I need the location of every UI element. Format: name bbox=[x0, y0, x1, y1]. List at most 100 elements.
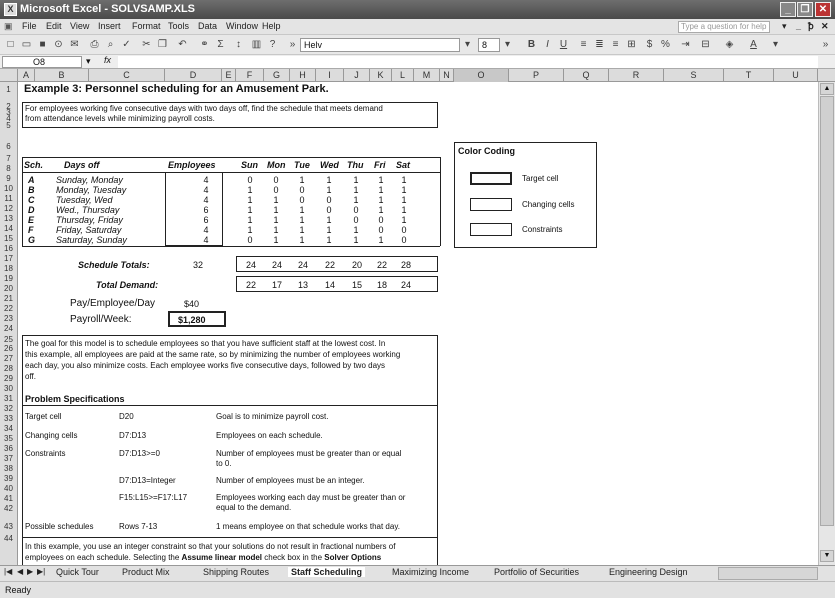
table-cell[interactable]: 24 bbox=[243, 260, 259, 270]
chart-wizard-icon[interactable]: ▥ bbox=[249, 37, 264, 52]
copy-icon[interactable]: ❐ bbox=[155, 37, 170, 52]
column-header[interactable]: P bbox=[509, 69, 564, 82]
sheet-tab-staff-scheduling[interactable]: Staff Scheduling bbox=[288, 567, 366, 577]
column-header[interactable]: H bbox=[290, 69, 316, 82]
first-sheet-icon[interactable]: |◀ bbox=[4, 567, 12, 576]
column-header[interactable]: I bbox=[316, 69, 344, 82]
table-cell[interactable]: 0 bbox=[348, 205, 364, 215]
align-center-icon[interactable]: ≣ bbox=[592, 37, 607, 52]
help-search-input[interactable]: Type a question for help bbox=[678, 21, 770, 33]
row-header[interactable]: 13 bbox=[0, 214, 17, 223]
hyperlink-icon[interactable]: ⚭ bbox=[197, 37, 212, 52]
row-header[interactable]: 44 bbox=[0, 534, 17, 543]
menu-insert[interactable]: Insert bbox=[98, 21, 121, 31]
select-all-button[interactable] bbox=[0, 69, 18, 82]
row-header[interactable]: 28 bbox=[0, 364, 17, 373]
workbook-close-icon[interactable]: ✕ bbox=[821, 21, 829, 32]
currency-icon[interactable]: $ bbox=[642, 37, 657, 52]
row-header[interactable]: 10 bbox=[0, 184, 17, 193]
row-header[interactable]: 39 bbox=[0, 474, 17, 483]
row-header[interactable]: 38 bbox=[0, 464, 17, 473]
row-header[interactable]: 34 bbox=[0, 424, 17, 433]
column-header[interactable]: R bbox=[609, 69, 664, 82]
table-cell[interactable]: A bbox=[28, 175, 35, 185]
table-cell[interactable]: 1 bbox=[396, 185, 412, 195]
row-header[interactable]: 24 bbox=[0, 324, 17, 333]
row-header[interactable]: 31 bbox=[0, 394, 17, 403]
table-cell[interactable]: 0 bbox=[373, 215, 389, 225]
row-header[interactable]: 40 bbox=[0, 484, 17, 493]
column-header[interactable]: B bbox=[35, 69, 89, 82]
font-name-select[interactable]: Helv bbox=[300, 38, 460, 52]
document-icon[interactable]: ▣ bbox=[4, 21, 13, 32]
menu-data[interactable]: Data bbox=[198, 21, 217, 31]
row-header[interactable]: 16 bbox=[0, 244, 17, 253]
table-cell[interactable]: 22 bbox=[322, 260, 338, 270]
column-header[interactable]: J bbox=[344, 69, 370, 82]
table-cell[interactable]: 0 bbox=[294, 185, 310, 195]
row-header[interactable]: 22 bbox=[0, 304, 17, 313]
table-cell[interactable]: 1 bbox=[294, 175, 310, 185]
column-header[interactable]: D bbox=[165, 69, 222, 82]
row-header[interactable]: 30 bbox=[0, 384, 17, 393]
table-cell[interactable]: Friday, Saturday bbox=[56, 225, 121, 235]
help-icon[interactable]: ? bbox=[265, 37, 280, 52]
help-dropdown-icon[interactable]: ▾ bbox=[782, 21, 787, 32]
column-header[interactable]: T bbox=[724, 69, 774, 82]
row-header[interactable]: 7 bbox=[0, 154, 17, 163]
row-header[interactable]: 23 bbox=[0, 314, 17, 323]
table-cell[interactable]: G bbox=[28, 235, 35, 245]
row-header[interactable]: 33 bbox=[0, 414, 17, 423]
row-header[interactable]: 18 bbox=[0, 264, 17, 273]
table-cell[interactable]: 0 bbox=[294, 195, 310, 205]
cut-icon[interactable]: ✂ bbox=[139, 37, 154, 52]
table-cell[interactable]: 24 bbox=[269, 260, 285, 270]
table-cell[interactable]: 1 bbox=[373, 185, 389, 195]
horizontal-scrollbar[interactable] bbox=[718, 567, 818, 580]
column-header[interactable]: G bbox=[264, 69, 290, 82]
borders-icon[interactable]: ⊟ bbox=[698, 37, 713, 52]
save-icon[interactable]: ■ bbox=[35, 37, 50, 52]
sheet-tab-shipping-routes[interactable]: Shipping Routes bbox=[203, 567, 269, 577]
sheet-tab-portfolio[interactable]: Portfolio of Securities bbox=[494, 567, 579, 577]
table-cell[interactable]: 1 bbox=[268, 225, 284, 235]
table-cell[interactable]: 1 bbox=[321, 215, 337, 225]
font-color-icon[interactable]: A bbox=[746, 37, 761, 52]
row-header[interactable]: 9 bbox=[0, 174, 17, 183]
font-name-dropdown-icon[interactable]: ▾ bbox=[460, 37, 475, 52]
table-cell[interactable]: Tuesday, Wed bbox=[56, 195, 113, 205]
table-cell[interactable]: 0 bbox=[396, 225, 412, 235]
table-cell[interactable]: 1 bbox=[348, 175, 364, 185]
table-cell[interactable]: 22 bbox=[374, 260, 390, 270]
next-sheet-icon[interactable]: ▶ bbox=[27, 567, 33, 576]
row-header[interactable]: 26 bbox=[0, 344, 17, 353]
table-cell[interactable]: E bbox=[28, 215, 34, 225]
table-cell[interactable]: 24 bbox=[295, 260, 311, 270]
table-cell[interactable]: 1 bbox=[348, 195, 364, 205]
row-header[interactable]: 19 bbox=[0, 274, 17, 283]
row-header[interactable]: 25 bbox=[0, 335, 17, 344]
last-sheet-icon[interactable]: ▶| bbox=[37, 567, 45, 576]
schedule-totals-value[interactable]: 32 bbox=[186, 260, 210, 270]
column-header[interactable]: Q bbox=[564, 69, 609, 82]
menu-window[interactable]: Window bbox=[226, 21, 258, 31]
menu-help[interactable]: Help bbox=[262, 21, 281, 31]
menu-file[interactable]: File bbox=[22, 21, 37, 31]
permission-icon[interactable]: ⊙ bbox=[51, 37, 66, 52]
name-box[interactable]: O8 bbox=[2, 56, 82, 68]
prev-sheet-icon[interactable]: ◀ bbox=[17, 567, 23, 576]
row-header[interactable]: 37 bbox=[0, 454, 17, 463]
font-size-dropdown-icon[interactable]: ▾ bbox=[500, 37, 515, 52]
row-header[interactable]: 27 bbox=[0, 354, 17, 363]
table-cell[interactable]: 1 bbox=[242, 205, 258, 215]
table-cell[interactable]: 28 bbox=[398, 260, 414, 270]
table-cell[interactable]: 15 bbox=[349, 280, 365, 290]
column-header-selected[interactable]: O bbox=[454, 69, 509, 82]
indent-icon[interactable]: ⇥ bbox=[678, 37, 693, 52]
table-cell[interactable]: Thursday, Friday bbox=[56, 215, 123, 225]
table-cell[interactable]: 20 bbox=[349, 260, 365, 270]
column-header[interactable]: F bbox=[236, 69, 264, 82]
table-cell[interactable]: 1 bbox=[373, 235, 389, 245]
row-header[interactable]: 1 bbox=[0, 85, 17, 94]
table-cell[interactable]: 1 bbox=[348, 185, 364, 195]
